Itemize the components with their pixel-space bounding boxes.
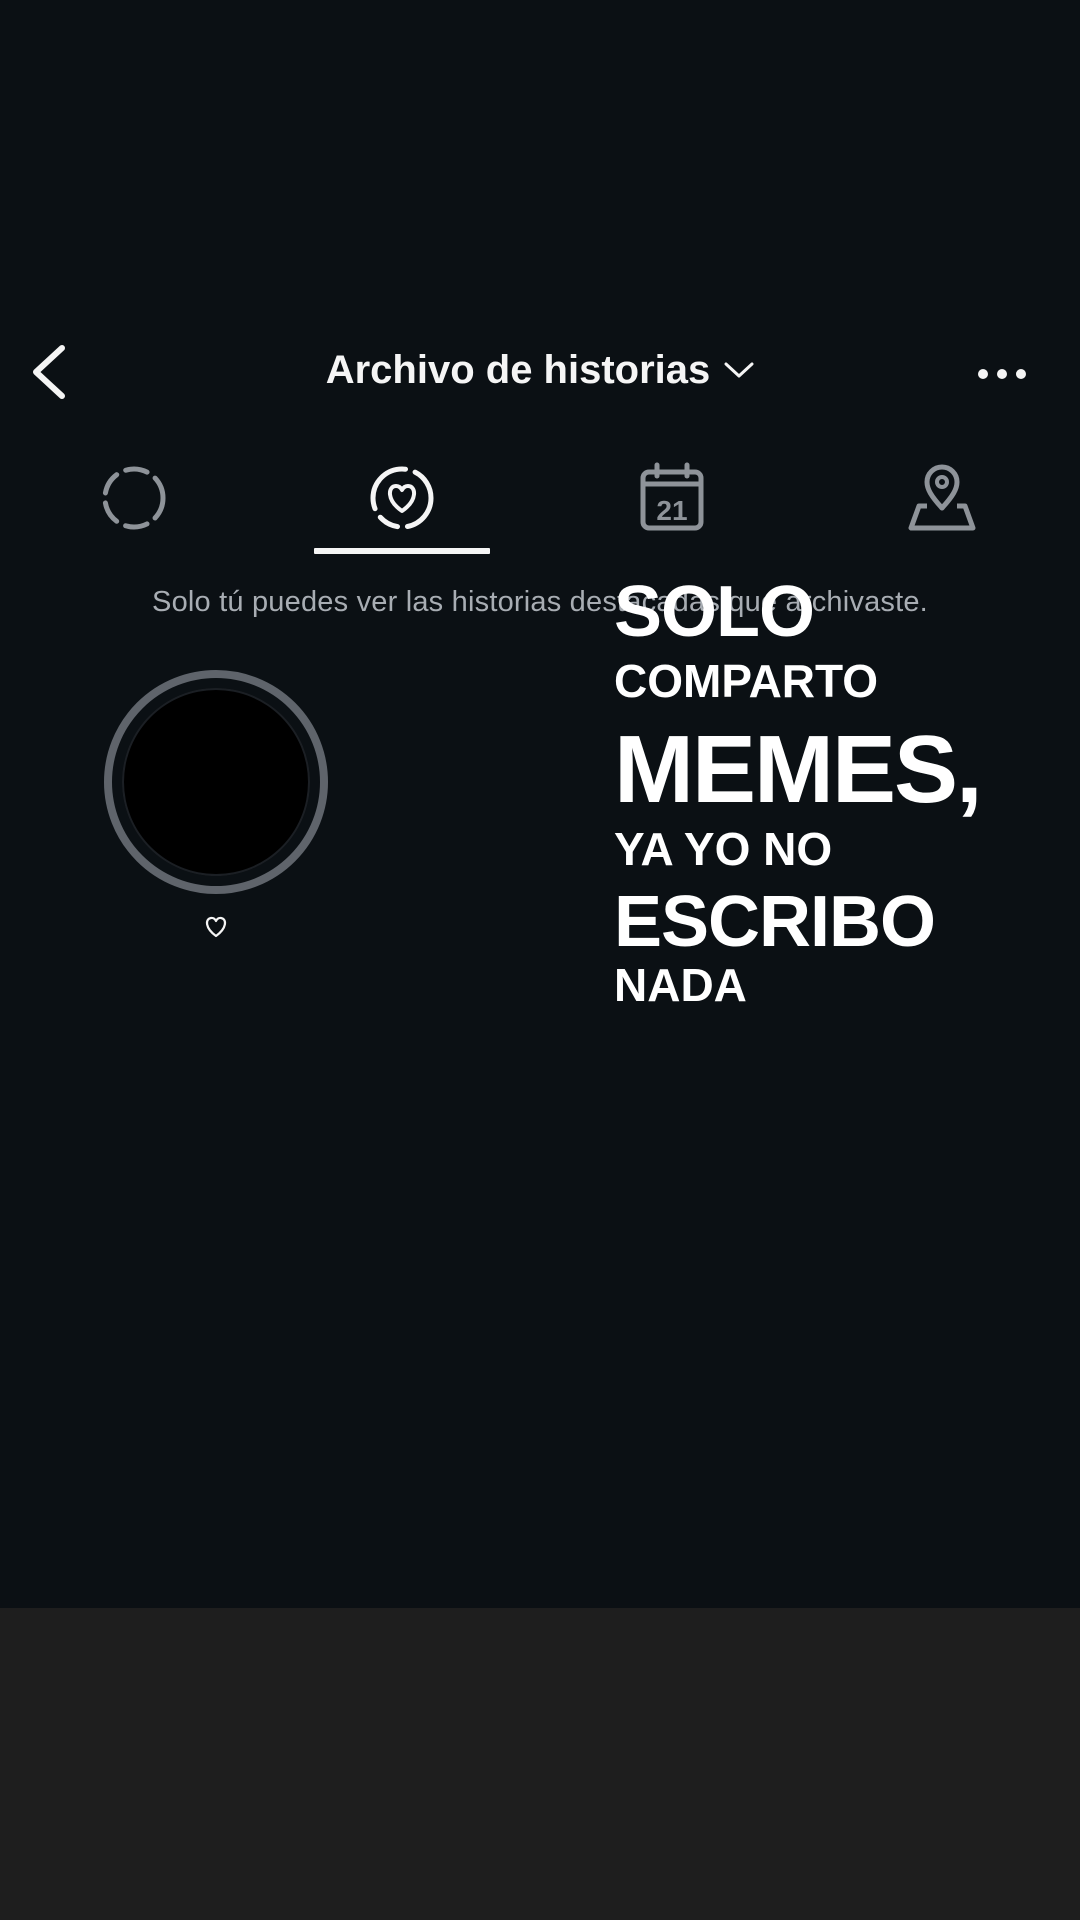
overlay-line-5: ESCRIBO (614, 882, 936, 962)
bottom-area (0, 1608, 1080, 1920)
tab-calendar[interactable]: 21 (582, 452, 762, 554)
title-dropdown[interactable]: Archivo de historias (0, 340, 1080, 400)
header: Archivo de historias (0, 318, 1080, 422)
calendar-day-label: 21 (656, 495, 687, 526)
overlay-line-1: SOLO (614, 572, 815, 652)
more-horizontal-icon (978, 369, 1026, 379)
heart-outline-icon (199, 910, 233, 944)
overlay-text: SOLO COMPARTO MEMES, YA YO NO ESCRIBO NA… (614, 576, 1054, 1014)
highlight-thumbnail (122, 688, 310, 876)
page-title: Archivo de historias (325, 347, 711, 392)
highlight-item[interactable] (104, 670, 328, 894)
active-tab-indicator (314, 548, 490, 554)
map-pin-icon (908, 464, 976, 531)
calendar-icon: 21 (640, 462, 704, 531)
chevron-down-icon (724, 362, 754, 378)
heart-circle-icon (370, 466, 434, 530)
overlay-line-4: YA YO NO (614, 823, 833, 875)
archive-tabs: 21 (0, 452, 1080, 554)
tab-map[interactable] (852, 452, 1032, 554)
overlay-line-3: MEMES, (614, 716, 983, 823)
overlay-line-2: COMPARTO (614, 655, 879, 707)
more-options-button[interactable] (960, 344, 1044, 404)
overlay-line-6: NADA (614, 959, 747, 1011)
story-archive-screen: Archivo de historias 21 Solo tú puedes v… (0, 0, 1080, 1608)
dashed-circle-icon (102, 466, 166, 530)
tab-highlights[interactable] (312, 452, 492, 554)
tab-stories[interactable] (44, 452, 224, 554)
